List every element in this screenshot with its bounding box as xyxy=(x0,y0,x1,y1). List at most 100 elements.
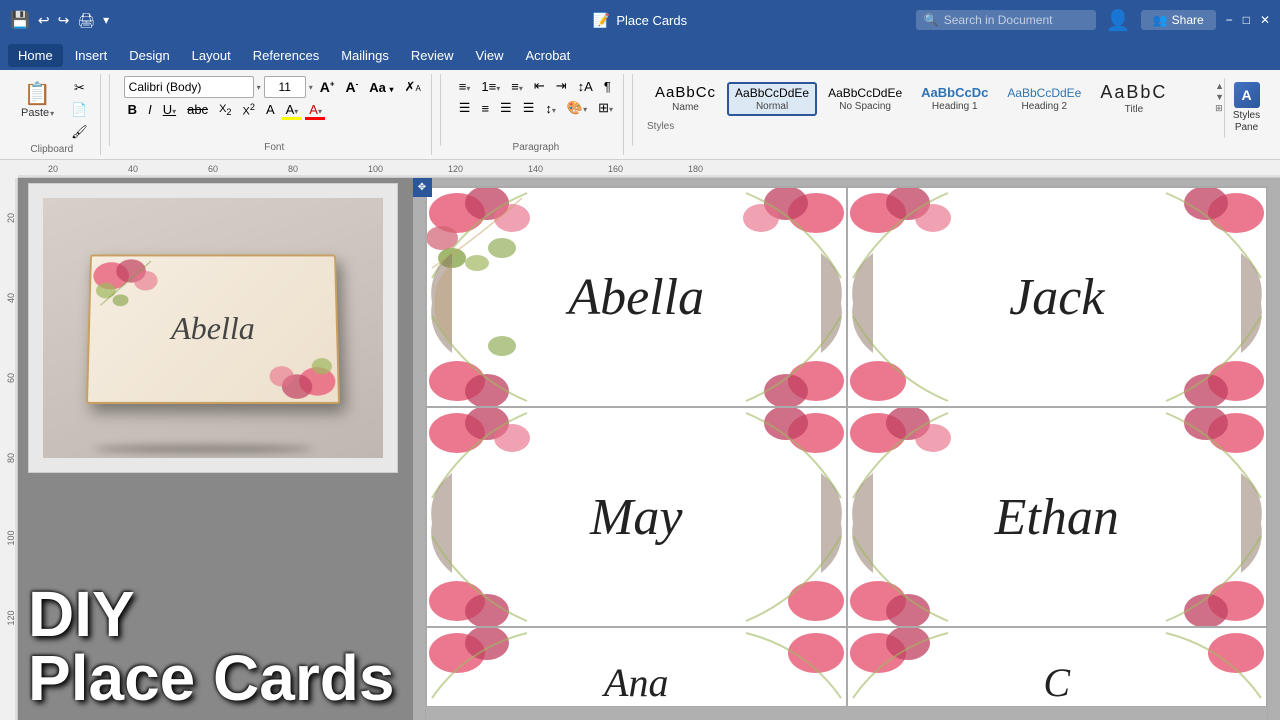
card-name-ethan: Ethan xyxy=(995,488,1119,547)
superscript-btn[interactable]: X2 xyxy=(239,100,259,120)
style-title-label: Title xyxy=(1125,104,1144,115)
justify-btn[interactable]: ☰ xyxy=(519,98,539,118)
style-normal[interactable]: AaBbCcDdEe Normal xyxy=(727,82,817,116)
italic-btn[interactable]: I xyxy=(144,100,156,119)
increase-indent-btn[interactable]: ⇥ xyxy=(552,76,571,96)
menu-acrobat[interactable]: Acrobat xyxy=(515,44,580,67)
quick-access-print[interactable]: 🖨 xyxy=(77,12,95,29)
svg-text:180: 180 xyxy=(688,164,703,174)
style-heading1[interactable]: AaBbCcDc Heading 1 xyxy=(913,81,996,116)
quick-access-save[interactable]: 💾 xyxy=(10,10,30,30)
svg-text:20: 20 xyxy=(6,213,16,223)
decrease-font-btn[interactable]: A- xyxy=(342,77,363,97)
floral-corner-bl-2 xyxy=(848,306,968,406)
menu-insert[interactable]: Insert xyxy=(65,44,118,67)
place-card-6[interactable]: C xyxy=(847,627,1268,707)
menu-view[interactable]: View xyxy=(466,44,514,67)
decrease-indent-btn[interactable]: ⇤ xyxy=(530,76,549,96)
underline-btn[interactable]: U▾ xyxy=(159,100,180,119)
menu-home[interactable]: Home xyxy=(8,44,63,67)
text-effects-btn[interactable]: A xyxy=(262,100,279,119)
card-name-text: Abella xyxy=(171,310,255,347)
bold-btn[interactable]: B xyxy=(124,100,141,119)
copy-button[interactable]: 📄 xyxy=(67,100,92,120)
paste-dropdown-arrow[interactable]: ▾ xyxy=(50,109,54,118)
gallery-down-arrow[interactable]: ▼ xyxy=(1215,93,1224,102)
sort-btn[interactable]: ↕A xyxy=(574,77,597,96)
show-formatting-btn[interactable]: ¶ xyxy=(600,77,615,96)
font-size-input[interactable] xyxy=(264,76,306,98)
floral-corner-br-4 xyxy=(1146,526,1266,626)
menu-review[interactable]: Review xyxy=(401,44,464,67)
style-nospacing-label: No Spacing xyxy=(839,101,891,112)
gallery-up-arrow[interactable]: ▲ xyxy=(1215,82,1224,91)
place-card-4[interactable]: Ethan xyxy=(847,407,1268,627)
search-bar[interactable]: 🔍 Search in Document xyxy=(916,10,1096,30)
change-case-btn[interactable]: Aa ▾ xyxy=(365,78,397,97)
place-card-3[interactable]: May xyxy=(426,407,847,627)
diy-line2: Place Cards xyxy=(28,646,403,710)
title-bar-left-icons[interactable]: 💾 ↩ ↪ 🖨 ▾ xyxy=(10,10,109,30)
style-heading2[interactable]: AaBbCcDdEe Heading 2 xyxy=(999,82,1089,116)
ribbon-divider-1 xyxy=(109,74,110,146)
place-card-5[interactable]: Ana xyxy=(426,627,847,707)
place-card-1[interactable]: Abella xyxy=(426,187,847,407)
shading-btn[interactable]: 🎨▾ xyxy=(563,98,591,118)
subscript-btn[interactable]: X2 xyxy=(215,101,235,119)
account-icon[interactable]: 👤 xyxy=(1106,8,1131,33)
doc-icon: 📝 xyxy=(593,12,610,29)
increase-font-btn[interactable]: A+ xyxy=(316,77,339,97)
close-icon[interactable]: ✕ xyxy=(1260,13,1270,27)
menu-design[interactable]: Design xyxy=(119,44,179,67)
ribbon-paragraph-section: ≡▾ 1≡▾ ≡▾ ⇤ ⇥ ↕A ¶ ☰ ≡ ☰ ☰ ↕▾ 🎨▾ ⊞▾ Para… xyxy=(449,74,624,155)
style-nospacing-preview: AaBbCcDdEe xyxy=(828,86,902,100)
ribbon-divider-3 xyxy=(632,74,633,146)
place-card-2[interactable]: Jack xyxy=(847,187,1268,407)
clipboard-label: Clipboard xyxy=(12,142,92,155)
font-name-dropdown[interactable]: ▾ xyxy=(257,83,261,92)
cut-button[interactable]: ✂ xyxy=(67,78,92,98)
paste-button[interactable]: 📋 Paste ▾ xyxy=(12,76,63,124)
share-label: Share xyxy=(1172,13,1204,27)
menu-layout[interactable]: Layout xyxy=(182,44,241,67)
quick-access-more[interactable]: ▾ xyxy=(103,13,109,27)
style-name[interactable]: AaBbCc Name xyxy=(647,80,724,117)
card-name-abella: Abella xyxy=(568,268,704,327)
font-name-input[interactable] xyxy=(124,76,254,98)
align-left-btn[interactable]: ☰ xyxy=(455,98,475,118)
ribbon: 📋 Paste ▾ ✂ 📄 🖌 Clipboard ▾ ▾ A+ xyxy=(0,70,1280,160)
numbering-btn[interactable]: 1≡▾ xyxy=(477,77,504,96)
style-name-label: Name xyxy=(672,102,699,113)
bullets-btn[interactable]: ≡▾ xyxy=(455,77,475,96)
paste-icon: 📋 xyxy=(24,81,51,107)
quick-access-redo[interactable]: ↪ xyxy=(58,12,70,29)
ribbon-divider-2 xyxy=(440,74,441,146)
clear-format-btn[interactable]: ✗A xyxy=(401,77,425,97)
ribbon-minimize-icon[interactable]: − xyxy=(1226,13,1233,27)
menu-mailings[interactable]: Mailings xyxy=(331,44,399,67)
style-title[interactable]: AaBbC Title xyxy=(1092,78,1175,119)
quick-access-undo[interactable]: ↩ xyxy=(38,12,50,29)
document-area: ✥ xyxy=(413,178,1280,720)
cards-grid: Abella xyxy=(425,186,1268,720)
style-title-preview: AaBbC xyxy=(1100,82,1167,103)
font-size-dropdown[interactable]: ▾ xyxy=(309,83,313,92)
borders-btn[interactable]: ⊞▾ xyxy=(594,98,617,118)
styles-pane-button[interactable]: A Styles Pane xyxy=(1229,82,1264,134)
style-no-spacing[interactable]: AaBbCcDdEe No Spacing xyxy=(820,82,910,116)
gallery-scroll-arrows[interactable]: ▲ ▼ ⊞ xyxy=(1215,78,1224,113)
share-button[interactable]: 👥 Share xyxy=(1141,10,1216,30)
align-center-btn[interactable]: ≡ xyxy=(477,99,493,118)
table-move-handle[interactable]: ✥ xyxy=(413,178,432,197)
svg-text:20: 20 xyxy=(48,164,58,174)
line-spacing-btn[interactable]: ↕▾ xyxy=(541,99,560,118)
strikethrough-btn[interactable]: abc xyxy=(183,100,212,119)
format-painter-button[interactable]: 🖌 xyxy=(67,122,92,142)
styles-pane-section: A Styles Pane xyxy=(1224,78,1268,138)
menu-references[interactable]: References xyxy=(243,44,329,67)
multilevel-btn[interactable]: ≡▾ xyxy=(507,77,527,96)
gallery-expand-arrow[interactable]: ⊞ xyxy=(1215,104,1224,113)
ribbon-expand-icon[interactable]: □ xyxy=(1243,13,1250,27)
align-right-btn[interactable]: ☰ xyxy=(496,98,516,118)
styles-section-label: Styles xyxy=(647,119,1215,132)
